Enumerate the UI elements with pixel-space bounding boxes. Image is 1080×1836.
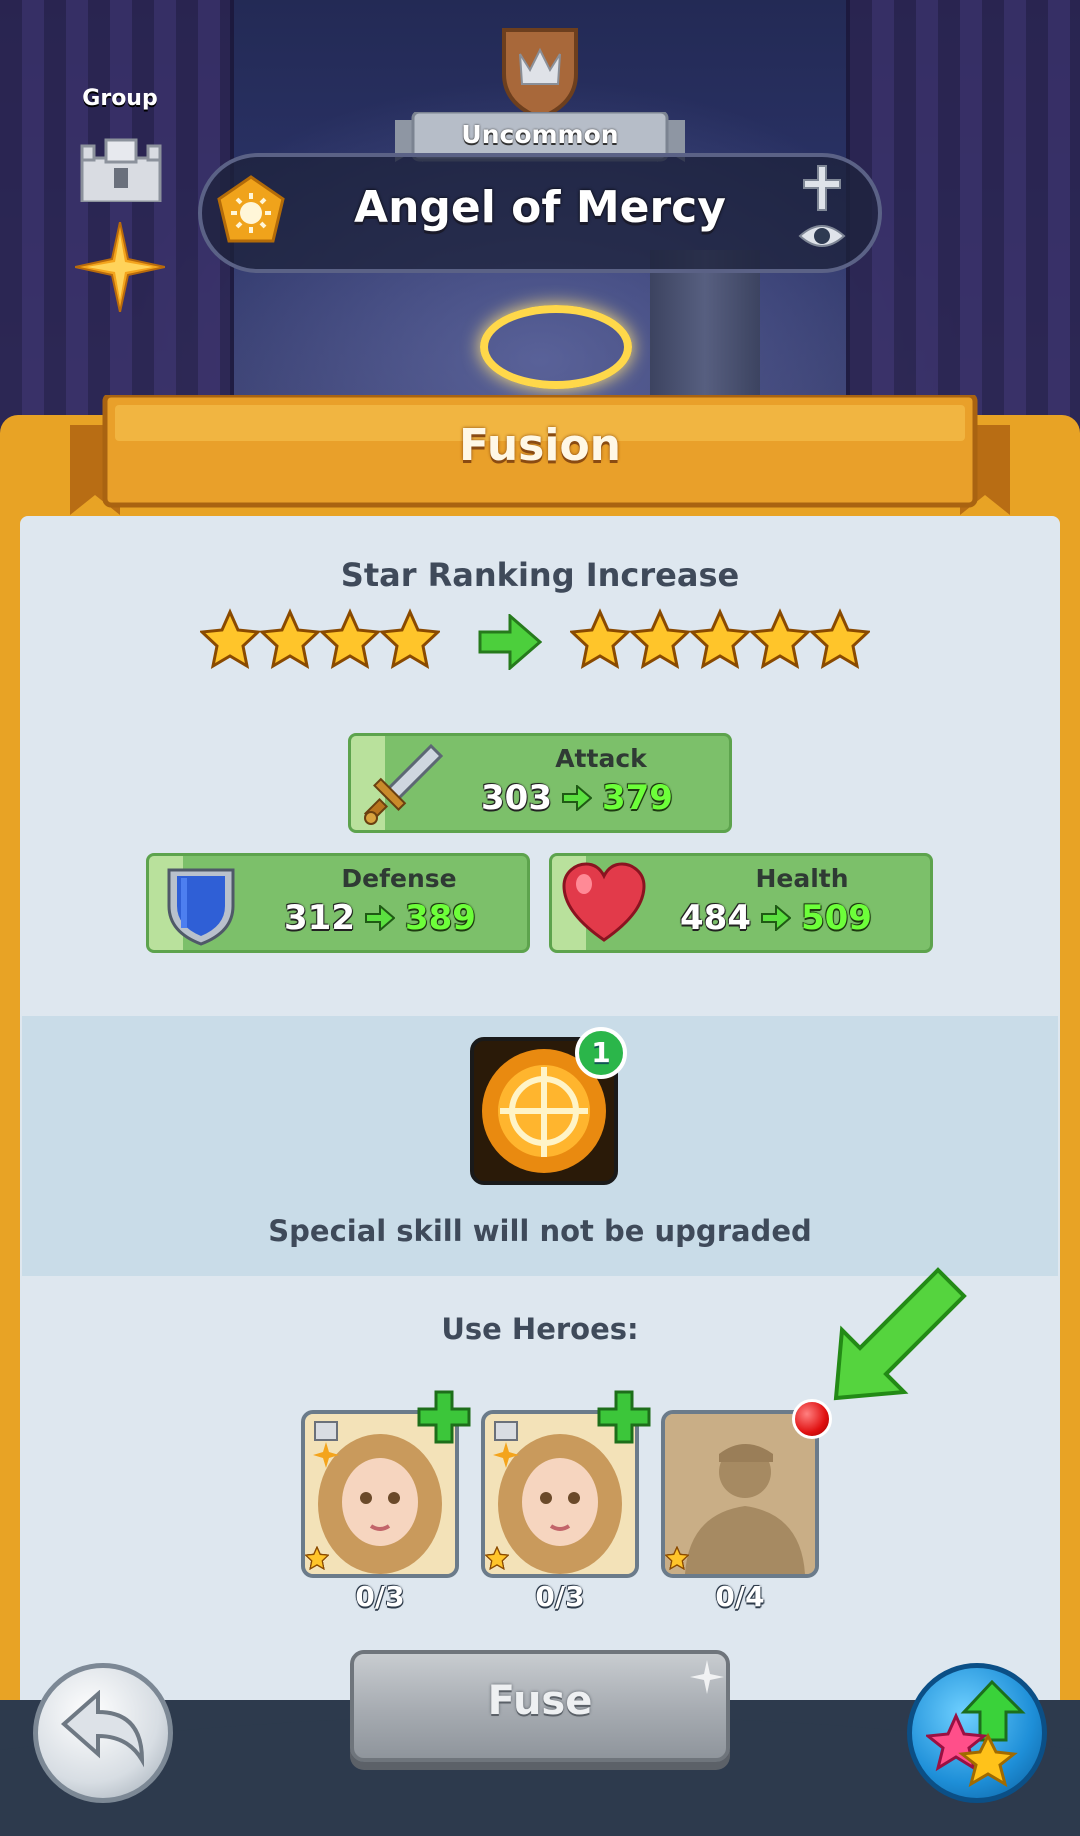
defense-stat-card: Defense 312 389: [146, 853, 530, 953]
halo: [480, 305, 632, 389]
hero-slot-2-count: 0/3: [535, 1580, 585, 1613]
defense-new-value: 389: [404, 898, 476, 938]
fusion-title: Fusion: [458, 420, 621, 471]
hero-slot-3[interactable]: [661, 1410, 819, 1578]
arrow-right-icon: [561, 785, 592, 811]
health-old-value: 484: [680, 898, 751, 938]
sun-element-icon[interactable]: [215, 175, 287, 247]
crest-icon: [502, 28, 578, 120]
plus-icon[interactable]: [417, 1390, 471, 1444]
stars-before: [200, 603, 440, 675]
use-heroes-label: Use Heroes:: [441, 1312, 639, 1346]
hero-slot-1-count: 0/3: [355, 1580, 405, 1613]
back-button[interactable]: [33, 1663, 173, 1803]
star-icon: [380, 608, 440, 669]
sparkle-icon: [690, 1660, 724, 1694]
star-ranking-title: Star Ranking Increase: [340, 556, 740, 594]
star-icon: [665, 1546, 689, 1570]
star-icon: [750, 608, 810, 669]
arrow-right-icon: [364, 905, 395, 931]
star-icon: [810, 608, 870, 669]
hero-name: Angel of Mercy: [354, 182, 726, 233]
star-icon: [570, 608, 630, 669]
plus-icon[interactable]: [597, 1390, 651, 1444]
back-arrow-icon: [60, 1690, 145, 1768]
star-upgrade-icon: [926, 1680, 1026, 1788]
star-icon: [485, 1546, 509, 1570]
defense-old-value: 312: [284, 898, 355, 938]
eye-icon[interactable]: [798, 220, 846, 252]
rarity-label: Uncommon: [461, 120, 619, 149]
defense-label: Defense: [341, 864, 457, 893]
compass-icon[interactable]: [75, 222, 165, 312]
shield-icon: [167, 868, 235, 946]
health-label: Health: [755, 864, 849, 893]
attack-stat-card: Attack 303 379: [348, 733, 732, 833]
cross-icon[interactable]: [800, 164, 844, 212]
health-new-value: 509: [800, 898, 872, 938]
curtain-right: [846, 0, 1080, 460]
arrow-right-icon: [760, 905, 791, 931]
star-icon: [690, 608, 750, 669]
star-upgrade-button[interactable]: [907, 1663, 1047, 1803]
fuse-button-label: Fuse: [487, 1678, 593, 1724]
star-icon: [320, 608, 380, 669]
arrow-right-icon: [478, 614, 542, 670]
heart-icon: [562, 862, 646, 942]
attack-new-value: 379: [601, 778, 673, 818]
stars-after: [570, 603, 870, 675]
star-icon: [260, 608, 320, 669]
sword-icon: [363, 743, 444, 825]
health-values: 484 509: [680, 896, 872, 940]
hint-arrow-icon: [833, 1267, 967, 1401]
star-icon: [200, 608, 260, 669]
attack-label: Attack: [555, 744, 647, 773]
hero-slot-3-count: 0/4: [715, 1580, 765, 1613]
defense-values: 312 389: [284, 896, 476, 940]
star-icon: [305, 1546, 329, 1570]
attack-values: 303 379: [481, 776, 673, 820]
notification-dot: [792, 1399, 832, 1439]
castle-icon[interactable]: [78, 138, 164, 202]
group-label: Group: [82, 86, 158, 111]
health-stat-card: Health 484 509: [549, 853, 933, 953]
skill-note: Special skill will not be upgraded: [268, 1214, 812, 1248]
attack-old-value: 303: [481, 778, 552, 818]
skill-level-badge: 1: [575, 1027, 627, 1079]
star-icon: [630, 608, 690, 669]
